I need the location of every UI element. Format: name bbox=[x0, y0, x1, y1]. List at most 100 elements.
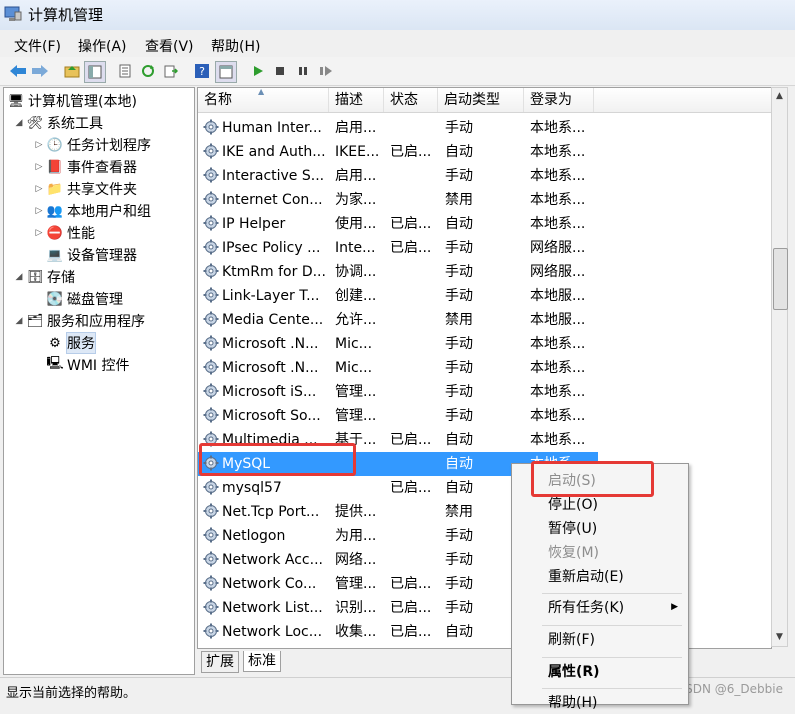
collapse-icon[interactable]: ◢ bbox=[14, 118, 24, 128]
stop-service-icon[interactable] bbox=[270, 61, 290, 81]
table-row[interactable]: Internet Con... 为家... 禁用 本地系... bbox=[198, 188, 598, 212]
tree-device-manager[interactable]: 💻 设备管理器 bbox=[47, 245, 137, 265]
table-row[interactable]: Microsoft .N... Mic... 手动 本地系... bbox=[198, 356, 598, 380]
tab-standard[interactable]: 标准 bbox=[243, 651, 281, 672]
tree-root[interactable]: 🖥 计算机管理(本地) bbox=[8, 91, 137, 111]
pause-service-icon[interactable] bbox=[293, 61, 313, 81]
menu-item-properties[interactable]: 属性(R) bbox=[548, 661, 600, 683]
table-row[interactable]: Interactive S... 启用... 手动 本地系... bbox=[198, 164, 598, 188]
tree-services[interactable]: ⚙ 服务 bbox=[47, 332, 96, 354]
collapse-icon[interactable]: ◢ bbox=[14, 272, 24, 282]
service-name: Net.Tcp Port... bbox=[222, 504, 320, 520]
menu-help[interactable]: 帮助(H) bbox=[211, 36, 260, 56]
table-row[interactable]: IP Helper 使用... 已启... 自动 本地系... bbox=[198, 212, 598, 236]
help-icon[interactable]: ? bbox=[192, 61, 212, 81]
cell-logon: 网络服... bbox=[530, 240, 586, 256]
computer-management-icon: 🖥 bbox=[7, 93, 25, 109]
table-row[interactable]: IPsec Policy ... Inte... 已启... 手动 网络服... bbox=[198, 236, 598, 260]
tree-system-tools[interactable]: ◢ 🛠 系统工具 bbox=[14, 113, 103, 133]
table-row[interactable]: KtmRm for D... 协调... 手动 网络服... bbox=[198, 260, 598, 284]
toolbar: ? bbox=[0, 57, 795, 86]
expand-icon[interactable]: ▷ bbox=[34, 140, 44, 150]
back-arrow-icon[interactable] bbox=[8, 61, 28, 81]
cell-startup: 手动 bbox=[445, 168, 473, 184]
restart-service-icon[interactable] bbox=[316, 61, 336, 81]
menu-item-restart[interactable]: 重新启动(E) bbox=[548, 566, 624, 588]
column-logon-as[interactable]: 登录为 bbox=[524, 88, 594, 112]
cell-status bbox=[390, 380, 438, 404]
column-status[interactable]: 状态 bbox=[384, 88, 438, 112]
table-row[interactable]: IKE and Auth... IKEE... 已启... 自动 本地系... bbox=[198, 140, 598, 164]
cell-name: KtmRm for D... bbox=[203, 260, 329, 284]
service-name: Media Cente... bbox=[222, 312, 324, 328]
menu-item-pause[interactable]: 暂停(U) bbox=[548, 518, 597, 540]
service-name: Network Acc... bbox=[222, 552, 323, 568]
service-name: Netlogon bbox=[222, 528, 286, 544]
menu-action[interactable]: 操作(A) bbox=[78, 36, 127, 56]
tree-local-users[interactable]: ▷ 👥 本地用户和组 bbox=[34, 201, 151, 221]
show-hide-tree-icon[interactable] bbox=[84, 61, 106, 83]
table-row[interactable]: Microsoft So... 管理... 手动 本地系... bbox=[198, 404, 598, 428]
menu-item-resume[interactable]: 恢复(M) bbox=[548, 542, 599, 564]
forward-arrow-icon[interactable] bbox=[30, 61, 50, 81]
export-list-icon[interactable] bbox=[161, 61, 181, 81]
expand-icon[interactable]: ▷ bbox=[34, 206, 44, 216]
start-service-icon[interactable] bbox=[248, 61, 268, 81]
gear-icon bbox=[203, 359, 219, 375]
column-description[interactable]: 描述 bbox=[329, 88, 384, 112]
tree-wmi-control[interactable]: 🖳 WMI 控件 bbox=[46, 355, 129, 375]
properties-icon[interactable] bbox=[115, 61, 135, 81]
expand-icon[interactable]: ▷ bbox=[34, 184, 44, 194]
table-row[interactable]: Microsoft iS... 管理... 手动 本地系... bbox=[198, 380, 598, 404]
cell-desc: 为用... bbox=[335, 528, 377, 544]
tree-services-apps[interactable]: ◢ 🗂 服务和应用程序 bbox=[14, 311, 145, 331]
menu-item-refresh[interactable]: 刷新(F) bbox=[548, 629, 595, 651]
tab-extended[interactable]: 扩展 bbox=[201, 651, 239, 673]
service-name: Link-Layer T... bbox=[222, 288, 320, 304]
expand-icon[interactable]: ▷ bbox=[34, 228, 44, 238]
cell-startup: 手动 bbox=[445, 384, 473, 400]
service-name: Microsoft iS... bbox=[222, 384, 317, 400]
gear-icon bbox=[203, 527, 219, 543]
tree-shared-folders[interactable]: ▷ 📁 共享文件夹 bbox=[34, 179, 137, 199]
clock-icon: 🕒 bbox=[46, 137, 64, 153]
cell-startup: 自动 bbox=[445, 144, 473, 160]
scroll-up-icon[interactable]: ▲ bbox=[772, 88, 787, 105]
menu-item-stop[interactable]: 停止(O) bbox=[548, 494, 598, 516]
service-name: mysql57 bbox=[222, 480, 282, 496]
expand-icon[interactable]: ▷ bbox=[34, 162, 44, 172]
cell-status bbox=[390, 356, 438, 380]
service-name: Human Inter... bbox=[222, 120, 322, 136]
up-folder-icon[interactable] bbox=[62, 61, 82, 81]
column-startup-type[interactable]: 启动类型 bbox=[438, 88, 524, 112]
tree-task-scheduler[interactable]: ▷ 🕒 任务计划程序 bbox=[34, 135, 151, 155]
scroll-down-icon[interactable]: ▼ bbox=[772, 629, 787, 646]
gear-icon bbox=[203, 503, 219, 519]
vertical-scrollbar[interactable]: ▲ ▼ bbox=[771, 87, 788, 647]
computer-management-icon bbox=[4, 6, 22, 21]
tree-disk-management[interactable]: 💽 磁盘管理 bbox=[47, 289, 123, 309]
tree-storage[interactable]: ◢ 🗄 存储 bbox=[14, 267, 75, 287]
watermark: CSDN @6_Debbie bbox=[676, 682, 783, 696]
menu-file[interactable]: 文件(F) bbox=[14, 36, 61, 56]
menu-view[interactable]: 查看(V) bbox=[145, 36, 194, 56]
refresh-icon[interactable] bbox=[138, 61, 158, 81]
collapse-icon[interactable]: ◢ bbox=[14, 316, 24, 326]
gear-icon bbox=[203, 215, 219, 231]
scrollbar-thumb[interactable] bbox=[773, 248, 788, 310]
action-pane-icon[interactable] bbox=[215, 61, 237, 83]
menu-item-help[interactable]: 帮助(H) bbox=[548, 692, 597, 714]
menu-item-all-tasks[interactable]: 所有任务(K) bbox=[548, 597, 624, 619]
gear-icon bbox=[203, 575, 219, 591]
tree-performance[interactable]: ▷ ⛔ 性能 bbox=[34, 223, 95, 243]
gear-icon bbox=[203, 479, 219, 495]
table-row[interactable]: Microsoft .N... Mic... 手动 本地系... bbox=[198, 332, 598, 356]
table-row[interactable]: Link-Layer T... 创建... 手动 本地服... bbox=[198, 284, 598, 308]
table-row[interactable]: Media Cente... 允许... 禁用 本地服... bbox=[198, 308, 598, 332]
column-name[interactable]: 名称 ▲ bbox=[198, 88, 329, 112]
tree-event-viewer[interactable]: ▷ 📕 事件查看器 bbox=[34, 157, 137, 177]
cell-logon: 本地系... bbox=[530, 192, 586, 208]
status-text: 显示当前选择的帮助。 bbox=[6, 686, 137, 701]
title-bar: 计算机管理 bbox=[0, 0, 795, 30]
table-row[interactable]: Human Inter... 启用... 手动 本地系... bbox=[198, 116, 598, 140]
